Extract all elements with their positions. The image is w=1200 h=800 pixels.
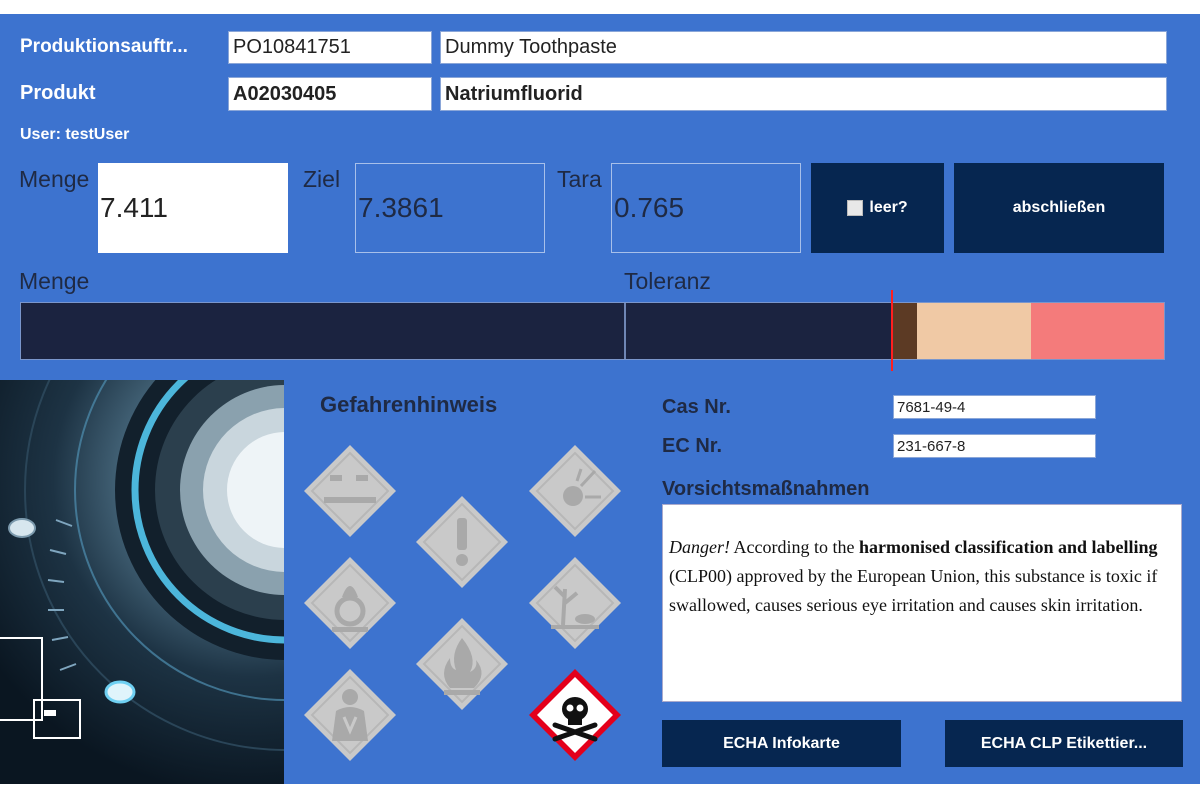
- current-weight-marker: [891, 290, 893, 371]
- ec-label: EC Nr.: [662, 435, 723, 457]
- explosive-icon: [525, 441, 625, 541]
- tara-label: Tara: [557, 166, 602, 192]
- precautions-text-part1: According to the: [730, 537, 859, 557]
- precautions-text-bold: harmonised classification and labelling: [858, 537, 1158, 557]
- health-hazard-icon: [300, 665, 400, 765]
- order-number-field[interactable]: PO10841751: [228, 31, 432, 64]
- order-label: Produktionsauftr...: [20, 36, 188, 57]
- precautions-text-part2: (CLP00) approved by the European Union, …: [669, 566, 1158, 615]
- corrosive-icon: [300, 441, 400, 541]
- toxic-skull-icon: [525, 665, 625, 765]
- progress-menge-label: Menge: [19, 268, 90, 294]
- cas-field[interactable]: 7681-49-4: [893, 395, 1096, 419]
- exclamation-icon: [412, 492, 512, 592]
- order-description-field[interactable]: Dummy Toothpaste: [440, 31, 1167, 64]
- progress-toleranz-label: Toleranz: [624, 268, 711, 294]
- progress-fill: [21, 303, 624, 359]
- precautions-text: Danger! According to the harmonised clas…: [662, 504, 1182, 702]
- over-zone: [1031, 303, 1164, 359]
- cas-label: Cas Nr.: [662, 396, 731, 418]
- product-name-field[interactable]: Natriumfluorid: [440, 77, 1167, 111]
- ziel-label: Ziel: [303, 166, 341, 192]
- flammable-icon: [412, 614, 512, 714]
- ec-field[interactable]: 231-667-8: [893, 434, 1096, 458]
- progress-fill-tolerance: [626, 303, 893, 359]
- environment-icon: [525, 553, 625, 653]
- weighing-app: Produktionsauftr... PO10841751 Dummy Too…: [0, 14, 1200, 784]
- tara-value: 0.765: [611, 163, 801, 253]
- decorative-dial-photo: [0, 380, 284, 784]
- empty-checkbox[interactable]: [847, 200, 864, 216]
- product-label: Produkt: [20, 82, 96, 104]
- precautions-title: Vorsichtsmaßnahmen: [662, 478, 870, 500]
- product-code-field[interactable]: A02030405: [228, 77, 432, 111]
- oxidizing-icon: [300, 553, 400, 653]
- menge-label: Menge: [19, 166, 90, 192]
- echa-clp-button[interactable]: ECHA CLP Etikettier...: [945, 720, 1183, 767]
- user-label: User: testUser: [20, 126, 130, 143]
- weight-progress-bar: [20, 302, 1165, 360]
- danger-text: Danger!: [669, 537, 730, 557]
- empty-checkbox-label: leer?: [869, 199, 908, 216]
- tolerance-low-zone: [893, 303, 917, 359]
- menge-value: 7.411: [98, 163, 288, 253]
- tolerance-zone: [917, 303, 1031, 359]
- empty-toggle-button[interactable]: leer?: [811, 163, 944, 253]
- echa-info-button[interactable]: ECHA Infokarte: [662, 720, 901, 767]
- ziel-value: 7.3861: [355, 163, 545, 253]
- hazard-title: Gefahrenhinweis: [320, 392, 498, 417]
- finish-button[interactable]: abschließen: [954, 163, 1164, 253]
